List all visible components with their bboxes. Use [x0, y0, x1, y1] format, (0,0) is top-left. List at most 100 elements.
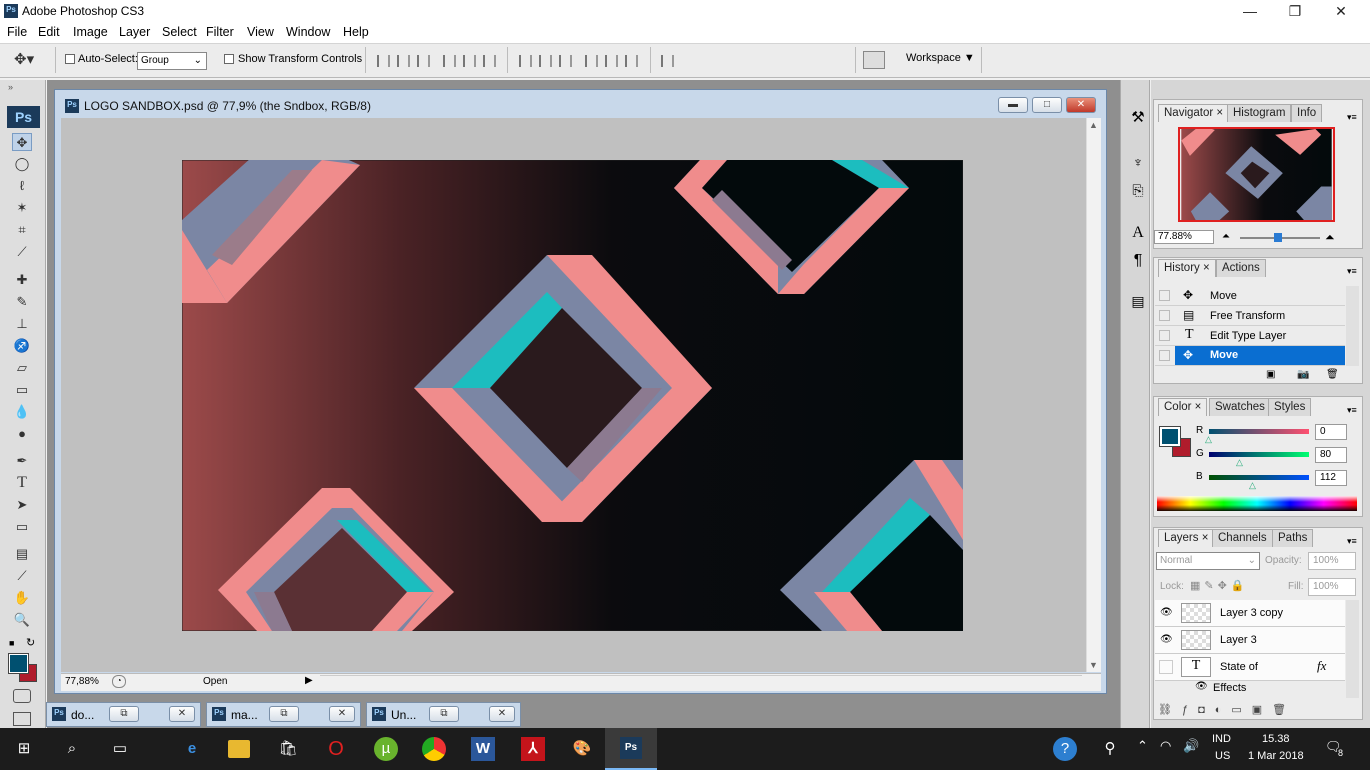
panel-menu-icon[interactable]: ▾≡: [1347, 266, 1357, 277]
pen-tool-icon[interactable]: ✒: [12, 452, 32, 470]
close-icon[interactable]: ✕: [329, 706, 355, 722]
layer-effects-icon[interactable]: fx: [1317, 658, 1326, 674]
distribute-left-icon[interactable]: [585, 55, 598, 67]
type-tool-icon[interactable]: T: [12, 474, 32, 492]
zoom-slider-thumb[interactable]: [1274, 233, 1282, 242]
visibility-eye-icon[interactable]: 👁: [1160, 607, 1173, 618]
file-explorer-icon[interactable]: [228, 740, 250, 758]
tab-histogram[interactable]: Histogram: [1227, 104, 1292, 122]
history-item[interactable]: T Edit Type Layer: [1155, 326, 1345, 346]
minimized-doc-3[interactable]: Ps Un... ⧉ ✕: [366, 702, 521, 727]
layer-action-icons[interactable]: ⛓ƒ◘◐▭▣🗑: [1158, 703, 1296, 716]
distribute-vcenter-icon[interactable]: [539, 55, 552, 67]
navigator-thumbnail[interactable]: [1178, 127, 1335, 222]
store-icon[interactable]: 🛍: [276, 737, 300, 761]
tab-info[interactable]: Info: [1291, 104, 1323, 122]
layer-row[interactable]: 👁 Layer 3 copy: [1155, 600, 1345, 627]
quick-mask-icon[interactable]: [13, 689, 31, 703]
history-item-active[interactable]: ✥ Move: [1155, 346, 1345, 366]
input-language-bottom[interactable]: US: [1215, 750, 1230, 762]
tab-styles[interactable]: Styles: [1268, 398, 1312, 416]
show-hidden-icons-chevron[interactable]: ⌃: [1137, 738, 1148, 754]
people-icon[interactable]: ⚲: [1098, 737, 1122, 761]
navigator-zoom-input[interactable]: 77.88%: [1154, 230, 1214, 244]
menu-select[interactable]: Select: [162, 25, 197, 39]
gradient-tool-icon[interactable]: ▭: [12, 381, 32, 399]
align-vcenter-icon[interactable]: [397, 55, 410, 67]
default-colors-icon[interactable]: ■: [9, 638, 14, 648]
history-snapshot-checkbox[interactable]: [1159, 350, 1170, 361]
zoom-tool-icon[interactable]: 🔍: [12, 611, 32, 629]
lock-icons[interactable]: ▦✎✥🔒: [1190, 579, 1249, 592]
vertical-scrollbar[interactable]: [1086, 118, 1101, 672]
eraser-tool-icon[interactable]: ▱: [12, 359, 32, 377]
effects-eye-icon[interactable]: 👁: [1195, 681, 1208, 692]
task-view-icon[interactable]: ▭: [108, 737, 132, 761]
tab-swatches[interactable]: Swatches: [1209, 398, 1271, 416]
menu-edit[interactable]: Edit: [38, 25, 60, 39]
help-icon[interactable]: ?: [1053, 737, 1077, 761]
move-tool-preset-icon[interactable]: ✥▾: [14, 50, 34, 68]
tab-color[interactable]: Color ×: [1158, 398, 1208, 416]
clone-source-icon[interactable]: ⎘: [1127, 182, 1149, 204]
character-panel-icon[interactable]: A: [1127, 224, 1149, 246]
file-browser-icon[interactable]: [863, 51, 885, 69]
scroll-down-arrow[interactable]: ▼: [1089, 660, 1098, 670]
tab-channels[interactable]: Channels: [1212, 529, 1273, 547]
word-icon[interactable]: W: [471, 737, 495, 761]
green-value-input[interactable]: 80: [1315, 447, 1347, 463]
doc-minimize-button[interactable]: ▬: [998, 97, 1028, 113]
tab-navigator[interactable]: Navigator ×: [1158, 104, 1230, 122]
tab-paths[interactable]: Paths: [1272, 529, 1314, 547]
blur-tool-icon[interactable]: 💧: [12, 403, 32, 421]
auto-select-dropdown[interactable]: Group ⌄: [137, 52, 207, 70]
panel-menu-icon[interactable]: ▾≡: [1347, 405, 1357, 416]
search-icon[interactable]: ⌕: [60, 737, 84, 761]
minimize-button[interactable]: —: [1227, 0, 1273, 22]
opera-icon[interactable]: O: [324, 737, 348, 761]
layer-row[interactable]: 👁 Layer 3: [1155, 627, 1345, 654]
healing-brush-icon[interactable]: ✚: [12, 271, 32, 289]
status-info-icon[interactable]: ◔: [112, 675, 126, 688]
minimized-doc-2[interactable]: Ps ma... ⧉ ✕: [206, 702, 361, 727]
brushes-icon[interactable]: ♆: [1127, 154, 1149, 176]
zoom-in-icon[interactable]: ⏶: [1325, 230, 1335, 245]
screen-mode-icon[interactable]: [13, 712, 31, 726]
menu-layer[interactable]: Layer: [119, 25, 150, 39]
visibility-eye-icon[interactable]: 👁: [1160, 634, 1173, 645]
foreground-color-swatch[interactable]: [8, 653, 29, 674]
close-button[interactable]: ✕: [1318, 0, 1364, 22]
menu-file[interactable]: File: [7, 25, 27, 39]
tab-actions[interactable]: Actions: [1216, 259, 1266, 277]
auto-align-layers-icon[interactable]: [661, 55, 674, 67]
new-snapshot-icon[interactable]: 📷: [1297, 369, 1309, 380]
brush-tool-icon[interactable]: ✎: [12, 293, 32, 311]
history-item[interactable]: ✥ Move: [1155, 286, 1345, 306]
tools-preset-icon[interactable]: ⚒: [1127, 108, 1149, 130]
move-tool-icon[interactable]: ✥: [12, 133, 32, 151]
zoom-out-icon[interactable]: ⏶: [1222, 231, 1230, 242]
zoom-readout[interactable]: 77,88%: [65, 676, 105, 687]
volume-icon[interactable]: 🔊: [1183, 738, 1199, 754]
rectangle-tool-icon[interactable]: ▭: [12, 518, 32, 536]
horizontal-scrollbar[interactable]: [320, 675, 1082, 689]
auto-select-checkbox[interactable]: [65, 54, 75, 64]
windows-start-icon[interactable]: ⊞: [12, 737, 36, 761]
history-snapshot-checkbox[interactable]: [1159, 310, 1170, 321]
menu-window[interactable]: Window: [286, 25, 330, 39]
edge-browser-icon[interactable]: e: [180, 737, 204, 761]
notes-tool-icon[interactable]: ▤: [12, 545, 32, 563]
hand-tool-icon[interactable]: ✋: [12, 589, 32, 607]
align-hcenter-icon[interactable]: [463, 55, 476, 67]
visibility-toggle[interactable]: [1159, 660, 1173, 674]
trash-icon[interactable]: 🗑: [1326, 369, 1339, 380]
clock-date[interactable]: 1 Mar 2018: [1248, 750, 1304, 762]
distribute-top-icon[interactable]: [519, 55, 532, 67]
distribute-bottom-icon[interactable]: [559, 55, 572, 67]
menu-help[interactable]: Help: [343, 25, 369, 39]
paint-icon[interactable]: 🎨: [570, 737, 594, 761]
align-right-icon[interactable]: [483, 55, 496, 67]
menu-image[interactable]: Image: [73, 25, 108, 39]
restore-button[interactable]: ⧉: [429, 706, 459, 722]
layer-row[interactable]: T State of fx: [1155, 654, 1345, 681]
